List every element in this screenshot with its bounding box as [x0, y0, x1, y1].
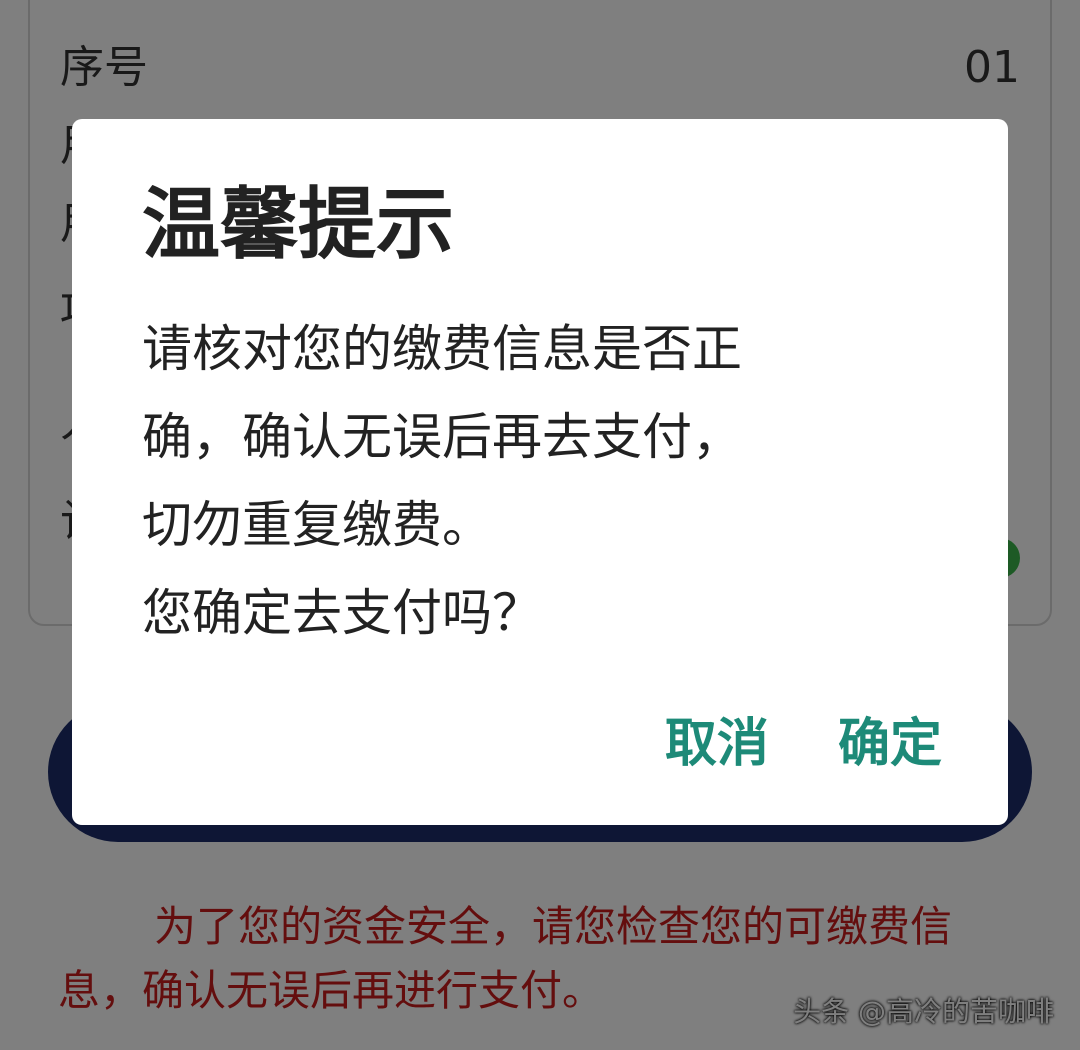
- confirm-payment-dialog: 温馨提示 请核对您的缴费信息是否正 确，确认无误后再去支付， 切勿重复缴费。 您…: [72, 119, 1008, 825]
- dialog-actions: 取消 确定: [601, 709, 942, 779]
- confirm-button[interactable]: 确定: [838, 709, 942, 779]
- cancel-button[interactable]: 取消: [665, 709, 769, 779]
- dialog-message-line: 确，确认无误后再去支付，: [142, 408, 742, 466]
- dialog-title: 温馨提示: [142, 180, 455, 270]
- dialog-message: 请核对您的缴费信息是否正 确，确认无误后再去支付， 切勿重复缴费。 您确定去支付…: [142, 305, 942, 657]
- dialog-message-line: 请核对您的缴费信息是否正: [142, 320, 742, 378]
- dialog-message-line: 切勿重复缴费。: [142, 496, 492, 554]
- dialog-message-line: 您确定去支付吗？: [142, 584, 542, 642]
